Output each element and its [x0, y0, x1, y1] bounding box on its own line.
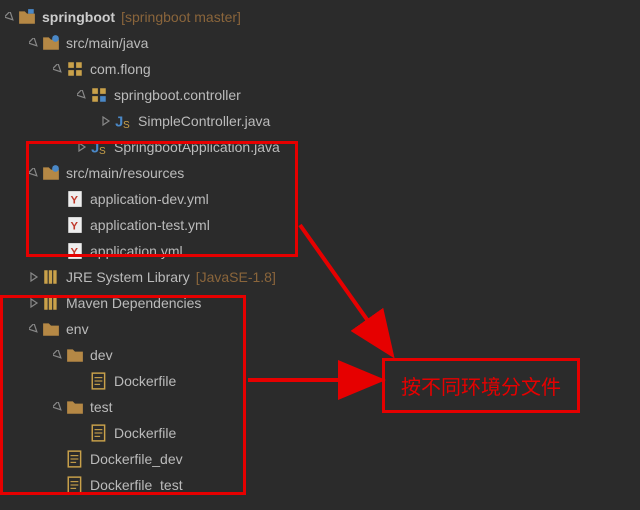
svg-text:S: S	[99, 146, 106, 156]
expand-arrow-icon[interactable]	[28, 323, 40, 335]
expand-arrow-icon[interactable]	[4, 11, 16, 23]
node-label: Dockerfile_test	[90, 477, 183, 493]
expand-arrow-icon[interactable]	[52, 63, 64, 75]
folder-icon	[42, 320, 60, 338]
expand-arrow-icon[interactable]	[52, 349, 64, 361]
node-label: src/main/java	[66, 35, 148, 51]
callout-text: 按不同环境分文件	[401, 377, 561, 399]
java-file-icon: JS	[114, 112, 132, 130]
source-folder-icon	[42, 34, 60, 52]
yaml-file-icon: Y	[66, 216, 84, 234]
svg-text:Y: Y	[71, 221, 79, 233]
annotation-callout: 按不同环境分文件	[382, 358, 580, 413]
text-file-icon	[90, 424, 108, 442]
node-label: springboot	[42, 9, 115, 25]
node-suffix: [JavaSE-1.8]	[196, 269, 276, 285]
node-label: application-test.yml	[90, 217, 210, 233]
tree-node-jre[interactable]: JRE System Library [JavaSE-1.8]	[0, 264, 640, 290]
project-tree: springboot [springboot master] src/main/…	[0, 0, 640, 502]
node-label: env	[66, 321, 89, 337]
node-label: test	[90, 399, 113, 415]
collapse-arrow-icon[interactable]	[76, 141, 88, 153]
node-label: com.flong	[90, 61, 151, 77]
svg-text:Y: Y	[71, 247, 79, 259]
expand-arrow-icon[interactable]	[28, 37, 40, 49]
node-label: SimpleController.java	[138, 113, 270, 129]
node-label: Dockerfile	[114, 425, 176, 441]
collapse-arrow-icon[interactable]	[28, 271, 40, 283]
source-folder-icon	[42, 164, 60, 182]
node-label: springboot.controller	[114, 87, 241, 103]
svg-text:Y: Y	[71, 195, 79, 207]
node-label: application.yml	[90, 243, 183, 259]
node-label: Maven Dependencies	[66, 295, 201, 311]
tree-node-src-java[interactable]: src/main/java	[0, 30, 640, 56]
expand-arrow-icon[interactable]	[76, 89, 88, 101]
yaml-file-icon: Y	[66, 190, 84, 208]
text-file-icon	[66, 450, 84, 468]
folder-icon	[66, 346, 84, 364]
tree-node-env[interactable]: env	[0, 316, 640, 342]
text-file-icon	[66, 476, 84, 494]
library-icon	[42, 268, 60, 286]
collapse-arrow-icon[interactable]	[28, 297, 40, 309]
tree-node-controller[interactable]: springboot.controller	[0, 82, 640, 108]
java-file-icon: JS	[90, 138, 108, 156]
node-label: Dockerfile_dev	[90, 451, 183, 467]
tree-node-package[interactable]: com.flong	[0, 56, 640, 82]
collapse-arrow-icon[interactable]	[100, 115, 112, 127]
node-label: Dockerfile	[114, 373, 176, 389]
node-suffix: [springboot master]	[121, 9, 241, 25]
tree-node-java-file[interactable]: JS SpringbootApplication.java	[0, 134, 640, 160]
tree-node-dockerfile-dev[interactable]: Dockerfile_dev	[0, 446, 640, 472]
tree-node-resources[interactable]: src/main/resources	[0, 160, 640, 186]
library-icon	[42, 294, 60, 312]
folder-icon	[66, 398, 84, 416]
tree-node-maven[interactable]: Maven Dependencies	[0, 290, 640, 316]
tree-node-root[interactable]: springboot [springboot master]	[0, 4, 640, 30]
expand-arrow-icon[interactable]	[28, 167, 40, 179]
svg-text:S: S	[123, 120, 130, 130]
text-file-icon	[90, 372, 108, 390]
package-icon	[90, 86, 108, 104]
node-label: dev	[90, 347, 113, 363]
node-label: SpringbootApplication.java	[114, 139, 280, 155]
tree-node-yml[interactable]: Y application-test.yml	[0, 212, 640, 238]
expand-arrow-icon[interactable]	[52, 401, 64, 413]
node-label: src/main/resources	[66, 165, 184, 181]
tree-node-dockerfile[interactable]: Dockerfile	[0, 420, 640, 446]
tree-node-yml[interactable]: Y application-dev.yml	[0, 186, 640, 212]
tree-node-yml[interactable]: Y application.yml	[0, 238, 640, 264]
tree-node-dockerfile-test[interactable]: Dockerfile_test	[0, 472, 640, 498]
node-label: application-dev.yml	[90, 191, 209, 207]
tree-node-java-file[interactable]: JS SimpleController.java	[0, 108, 640, 134]
node-label: JRE System Library	[66, 269, 190, 285]
project-folder-icon	[18, 8, 36, 26]
yaml-file-icon: Y	[66, 242, 84, 260]
package-icon	[66, 60, 84, 78]
